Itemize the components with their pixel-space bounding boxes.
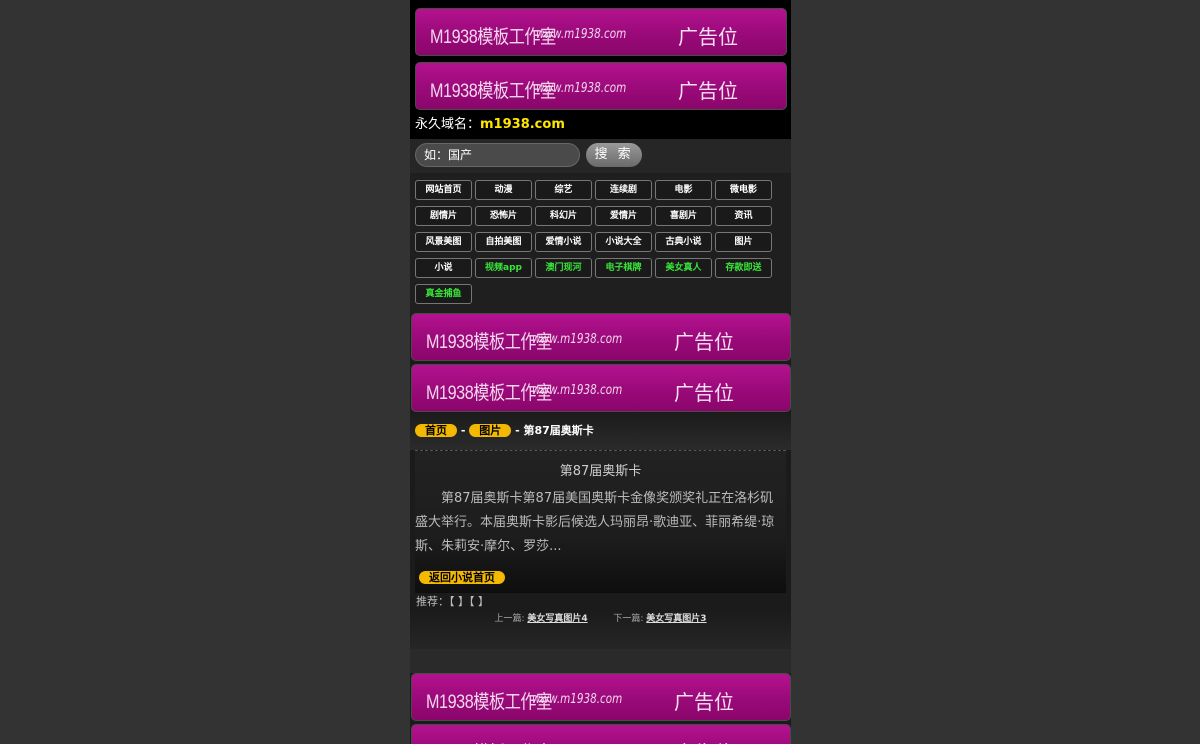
search-bar: 如：国产 搜 索 (410, 139, 791, 173)
domain-row: 永久域名：m1938.com (410, 110, 791, 139)
search-button[interactable]: 搜 索 (586, 143, 643, 167)
ad-url: www.m1938.com (532, 383, 623, 398)
ad-slot-label: 广告位 (678, 79, 738, 103)
ad-slot-label: 广告位 (674, 381, 734, 405)
back-to-novels-button[interactable]: 返回小说首页 (419, 571, 505, 584)
ad-url: www.m1938.com (532, 332, 623, 347)
nav-item[interactable]: 真金捕鱼 (415, 284, 472, 304)
nav-item[interactable]: 电子棋牌 (595, 258, 652, 278)
article-body: 第87届奥斯卡第87届美国奥斯卡金像奖颁奖礼正在洛杉矶盛大举行。本届奥斯卡影后候… (415, 491, 775, 554)
nav-item[interactable]: 风景美图 (415, 232, 472, 252)
nav-item[interactable]: 存款即送 (715, 258, 772, 278)
breadcrumb-separator: - (460, 424, 466, 437)
nav-item[interactable]: 小说大全 (595, 232, 652, 252)
recommend-row: 推荐：【 】【 】 (416, 595, 489, 608)
nav-item[interactable]: 电影 (655, 180, 712, 200)
nav-item[interactable]: 科幻片 (535, 206, 592, 226)
ad-group-middle: M1938模板工作室 www.m1938.com 广告位 M1938模板工作室 … (410, 313, 791, 412)
ad-banner-2[interactable]: M1938模板工作室 www.m1938.com 广告位 (415, 62, 787, 110)
ad-banner-5[interactable]: M1938模板工作室 www.m1938.com 广告位 (411, 673, 791, 721)
nav-item[interactable]: 喜剧片 (655, 206, 712, 226)
ad-banner-1[interactable]: M1938模板工作室 www.m1938.com 广告位 (415, 8, 787, 56)
breadcrumb-current: - 第87届奥斯卡 (515, 424, 594, 437)
nav-item[interactable]: 连续剧 (595, 180, 652, 200)
domain-value[interactable]: m1938.com (480, 117, 565, 132)
nav-item[interactable]: 小说 (415, 258, 472, 278)
nav-item[interactable]: 爱情片 (595, 206, 652, 226)
nav-item[interactable]: 视频app (475, 258, 532, 278)
ad-slot-label: 广告位 (674, 330, 734, 354)
nav-item[interactable]: 古典小说 (655, 232, 712, 252)
breadcrumb-category[interactable]: 图片 (469, 424, 512, 437)
ad-slot-label: 广告位 (678, 25, 738, 49)
nav-item[interactable]: 图片 (715, 232, 772, 252)
nav-item[interactable]: 剧情片 (415, 206, 472, 226)
article-title: 第87届奥斯卡 (559, 464, 642, 479)
ad-banner-4[interactable]: M1938模板工作室 www.m1938.com 广告位 (411, 364, 791, 412)
category-nav: 网站首页 动漫 综艺 连续剧 电影 微电影剧情片 恐怖片 科幻片 爱情片 喜剧片 资讯风景美图 自拍美… (410, 173, 791, 313)
nav-item[interactable]: 资讯 (715, 206, 772, 226)
nav-item[interactable]: 网站首页 (415, 180, 472, 200)
page-container: M1938模板工作室 www.m1938.com 广告位 M1938模板工作室 … (410, 0, 791, 744)
ad-banner-3[interactable]: M1938模板工作室 www.m1938.com 广告位 (411, 313, 791, 361)
article-block: 第87届奥斯卡 第87届奥斯卡第87届美国奥斯卡金像奖颁奖礼正在洛杉矶盛大举行。… (415, 450, 786, 593)
breadcrumb-home[interactable]: 首页 (415, 424, 457, 437)
search-input[interactable]: 如：国产 (415, 143, 580, 167)
nav-item[interactable]: 动漫 (475, 180, 532, 200)
ad-url: www.m1938.com (536, 81, 627, 96)
ad-banner-6[interactable]: M1938模板工作室 www.m1938.com 广告位 (411, 724, 791, 744)
breadcrumb: 首页 - 图片 - 第87届奥斯卡 (410, 412, 791, 450)
domain-label: 永久域名： (415, 117, 481, 132)
nav-item[interactable]: 自拍美图 (475, 232, 532, 252)
ad-slot-label: 广告位 (674, 690, 734, 714)
next-label: 下一篇: (613, 614, 644, 624)
nav-item[interactable]: 美女真人 (655, 258, 712, 278)
prev-next-nav: 上一篇: 美女写真图片4 下一篇: 美女写真图片3 (410, 611, 791, 649)
nav-item[interactable]: 综艺 (535, 180, 592, 200)
ad-url: www.m1938.com (536, 27, 627, 42)
prev-link[interactable]: 美女写真图片4 (527, 614, 587, 624)
ad-url: www.m1938.com (532, 692, 623, 707)
nav-item[interactable]: 恐怖片 (475, 206, 532, 226)
prev-label: 上一篇: (494, 614, 525, 624)
ad-slot-label: 广告位 (674, 737, 734, 744)
nav-item[interactable]: 澳门现河 (535, 258, 592, 278)
spacer (410, 649, 791, 673)
next-link[interactable]: 美女写真图片3 (646, 614, 706, 624)
nav-item[interactable]: 爱情小说 (535, 232, 592, 252)
header-block: M1938模板工作室 www.m1938.com 广告位 M1938模板工作室 … (410, 0, 791, 139)
nav-item[interactable]: 微电影 (715, 180, 772, 200)
